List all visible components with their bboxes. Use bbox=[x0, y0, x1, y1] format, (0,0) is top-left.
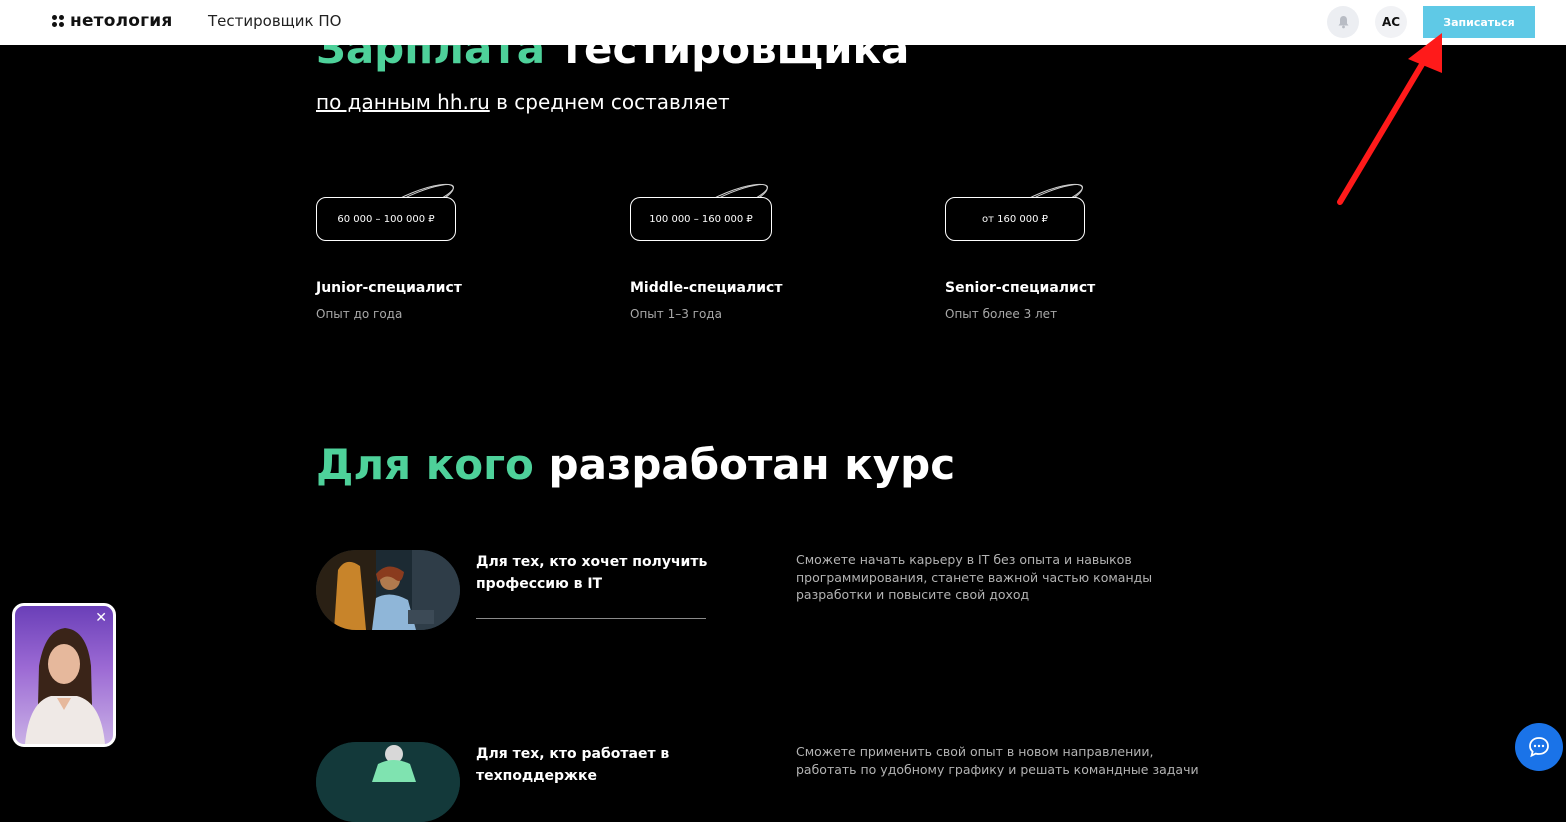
level-name: Junior-специалист bbox=[316, 280, 462, 296]
audience-title-accent: Для кого bbox=[316, 440, 534, 489]
logo-text: нетология bbox=[70, 11, 173, 31]
level-middle: 100 000 – 160 000 ₽ Middle-специалист Оп… bbox=[630, 172, 930, 321]
level-experience: Опыт более 3 лет bbox=[945, 307, 1058, 321]
level-junior: 60 000 – 100 000 ₽ Junior-специалист Опы… bbox=[316, 172, 616, 321]
salary-subtitle-rest: в среднем составляет bbox=[489, 90, 730, 114]
audience-image-newcomer bbox=[316, 550, 460, 630]
salary-range-badge: от 160 000 ₽ bbox=[945, 197, 1085, 241]
red-arrow-annotation-icon bbox=[1337, 33, 1442, 205]
level-name: Senior-специалист bbox=[945, 280, 1096, 296]
close-icon[interactable]: ✕ bbox=[95, 610, 107, 626]
level-senior: от 160 000 ₽ Senior-специалист Опыт боле… bbox=[945, 172, 1245, 321]
course-name[interactable]: Тестировщик ПО bbox=[208, 12, 341, 30]
audience-title: Для кого разработан курс bbox=[316, 440, 955, 489]
salary-range-badge: 60 000 – 100 000 ₽ bbox=[316, 197, 456, 241]
audience-item-title: Для тех, кто хочет получить профессию в … bbox=[476, 554, 708, 592]
audience-item-description: Сможете начать карьеру в IT без опыта и … bbox=[796, 552, 1153, 602]
level-experience: Опыт 1–3 года bbox=[630, 307, 722, 321]
presenter-portrait bbox=[25, 628, 105, 744]
chat-button[interactable] bbox=[1515, 723, 1563, 771]
salary-subtitle: по данным hh.ru в среднем составляет bbox=[316, 90, 730, 114]
divider bbox=[476, 618, 706, 619]
level-experience: Опыт до года bbox=[316, 307, 403, 321]
chat-icon bbox=[1529, 737, 1549, 758]
video-widget[interactable]: ✕ bbox=[12, 603, 116, 747]
audience-title-rest: разработан курс bbox=[533, 440, 956, 489]
logo[interactable]: нетология bbox=[52, 11, 172, 31]
audience-item-description: Сможете применить свой опыт в новом напр… bbox=[796, 744, 1199, 777]
level-name: Middle-специалист bbox=[630, 280, 783, 296]
audience-item-title: Для тех, кто работает в техподдержке bbox=[476, 746, 670, 784]
audience-image-support bbox=[316, 742, 460, 822]
logo-icon bbox=[52, 15, 64, 27]
salary-range-badge: 100 000 – 160 000 ₽ bbox=[630, 197, 772, 241]
hh-link[interactable]: по данным hh.ru bbox=[316, 90, 490, 114]
